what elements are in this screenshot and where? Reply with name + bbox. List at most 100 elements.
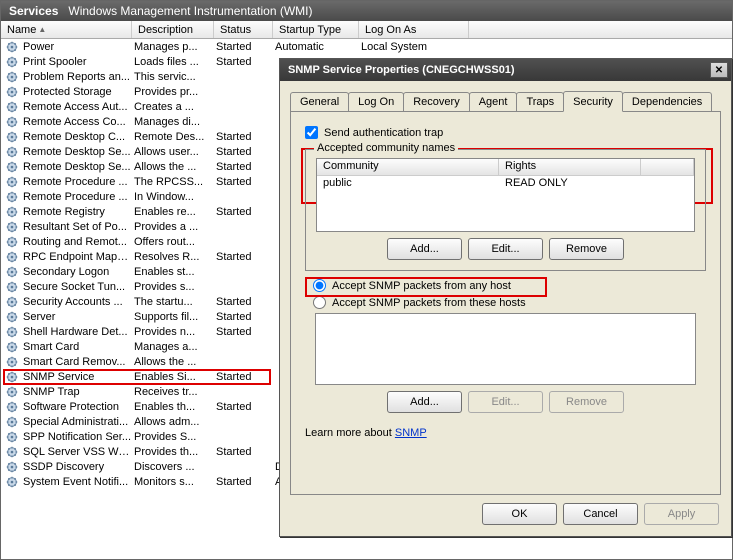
service-desc: Enables st...	[132, 266, 214, 278]
column-status[interactable]: Status	[214, 21, 273, 38]
hosts-listbox[interactable]	[315, 313, 696, 385]
service-name: Security Accounts ...	[23, 296, 132, 308]
snmp-link[interactable]: SNMP	[395, 427, 427, 439]
community-remove-button[interactable]: Remove	[549, 238, 624, 260]
ok-button[interactable]: OK	[482, 503, 557, 525]
service-name: Special Administrati...	[23, 416, 132, 428]
tab-general[interactable]: General	[290, 92, 349, 111]
service-gear-icon	[5, 445, 19, 459]
service-desc: Provides th...	[132, 446, 214, 458]
column-name[interactable]: Name ▲	[1, 21, 132, 38]
service-name: Remote Procedure ...	[23, 191, 132, 203]
service-status: Started	[214, 296, 273, 308]
service-name: Remote Procedure ...	[23, 176, 132, 188]
service-desc: Remote Des...	[132, 131, 214, 143]
service-gear-icon	[5, 400, 19, 414]
services-grid-header: Name ▲ Description Status Startup Type L…	[1, 21, 732, 39]
service-name: Smart Card Remov...	[23, 356, 132, 368]
service-desc: Provides pr...	[132, 86, 214, 98]
service-status: Started	[214, 131, 273, 143]
service-name: SPP Notification Ser...	[23, 431, 132, 443]
service-status: Started	[214, 146, 273, 158]
service-status: Started	[214, 446, 273, 458]
snmp-properties-dialog: SNMP Service Properties (CNEGCHWSS01) ✕ …	[279, 58, 732, 537]
service-desc: Allows user...	[132, 146, 214, 158]
service-name: System Event Notifi...	[23, 476, 132, 488]
service-name: Remote Access Co...	[23, 116, 132, 128]
column-startup-type[interactable]: Startup Type	[273, 21, 359, 38]
column-description[interactable]: Description	[132, 21, 214, 38]
learn-more-prefix: Learn more about	[305, 427, 395, 439]
service-name: Server	[23, 311, 132, 323]
service-desc: Manages a...	[132, 341, 214, 353]
dialog-button-row: OK Cancel Apply	[280, 503, 731, 535]
radio-these-hosts[interactable]	[313, 296, 326, 309]
service-desc: This servic...	[132, 71, 214, 83]
service-status: Started	[214, 476, 273, 488]
col-rights[interactable]: Rights	[499, 159, 641, 175]
sort-asc-icon: ▲	[38, 25, 46, 34]
tab-traps[interactable]: Traps	[516, 92, 564, 111]
community-add-button[interactable]: Add...	[387, 238, 462, 260]
service-desc: Allows adm...	[132, 416, 214, 428]
service-startup: Automatic	[273, 41, 359, 53]
community-group-label: Accepted community names	[314, 142, 458, 154]
titlebar-title: Services	[9, 4, 58, 18]
service-name: Secure Socket Tun...	[23, 281, 132, 293]
service-desc: Receives tr...	[132, 386, 214, 398]
service-desc: Provides a ...	[132, 221, 214, 233]
service-gear-icon	[5, 355, 19, 369]
tab-agent[interactable]: Agent	[469, 92, 518, 111]
service-gear-icon	[5, 370, 19, 384]
tab-recovery[interactable]: Recovery	[403, 92, 469, 111]
dialog-titlebar: SNMP Service Properties (CNEGCHWSS01) ✕	[280, 59, 731, 81]
service-desc: Loads files ...	[132, 56, 214, 68]
col-community[interactable]: Community	[317, 159, 499, 175]
service-gear-icon	[5, 430, 19, 444]
service-desc: Allows the ...	[132, 356, 214, 368]
service-gear-icon	[5, 55, 19, 69]
service-desc: Provides s...	[132, 281, 214, 293]
service-gear-icon	[5, 415, 19, 429]
community-listview[interactable]: Community Rights public READ ONLY	[316, 158, 695, 232]
send-auth-trap-checkbox[interactable]	[305, 126, 318, 139]
cancel-button[interactable]: Cancel	[563, 503, 638, 525]
window-titlebar: Services Windows Management Instrumentat…	[1, 1, 732, 21]
column-logon-as[interactable]: Log On As	[359, 21, 469, 38]
service-gear-icon	[5, 85, 19, 99]
service-name: Resultant Set of Po...	[23, 221, 132, 233]
tab-security-panel: Send authentication trap Accepted commun…	[290, 111, 721, 495]
service-gear-icon	[5, 280, 19, 294]
service-desc: Allows the ...	[132, 161, 214, 173]
radio-these-label: Accept SNMP packets from these hosts	[332, 297, 526, 309]
service-desc: Provides S...	[132, 431, 214, 443]
service-desc: Supports fil...	[132, 311, 214, 323]
service-name: Remote Desktop Se...	[23, 161, 132, 173]
service-desc: Manages di...	[132, 116, 214, 128]
service-desc: The RPCSS...	[132, 176, 214, 188]
tab-dependencies[interactable]: Dependencies	[622, 92, 712, 111]
service-desc: Enables th...	[132, 401, 214, 413]
service-gear-icon	[5, 100, 19, 114]
service-name: Remote Registry	[23, 206, 132, 218]
service-name: Print Spooler	[23, 56, 132, 68]
close-icon: ✕	[715, 65, 723, 76]
service-name: Protected Storage	[23, 86, 132, 98]
service-status: Started	[214, 41, 273, 53]
community-edit-button[interactable]: Edit...	[468, 238, 543, 260]
close-button[interactable]: ✕	[710, 62, 728, 78]
service-desc: Enables Si...	[132, 371, 214, 383]
hosts-add-button[interactable]: Add...	[387, 391, 462, 413]
community-row[interactable]: public READ ONLY	[317, 176, 694, 190]
service-gear-icon	[5, 385, 19, 399]
radio-any-host[interactable]	[313, 279, 326, 292]
service-gear-icon	[5, 310, 19, 324]
tab-logon[interactable]: Log On	[348, 92, 404, 111]
service-name: Smart Card	[23, 341, 132, 353]
send-auth-trap-label: Send authentication trap	[324, 127, 443, 139]
tab-security[interactable]: Security	[563, 91, 623, 112]
service-row[interactable]: PowerManages p...StartedAutomaticLocal S…	[1, 39, 732, 54]
service-name: Secondary Logon	[23, 266, 132, 278]
service-desc: The startu...	[132, 296, 214, 308]
apply-button: Apply	[644, 503, 719, 525]
